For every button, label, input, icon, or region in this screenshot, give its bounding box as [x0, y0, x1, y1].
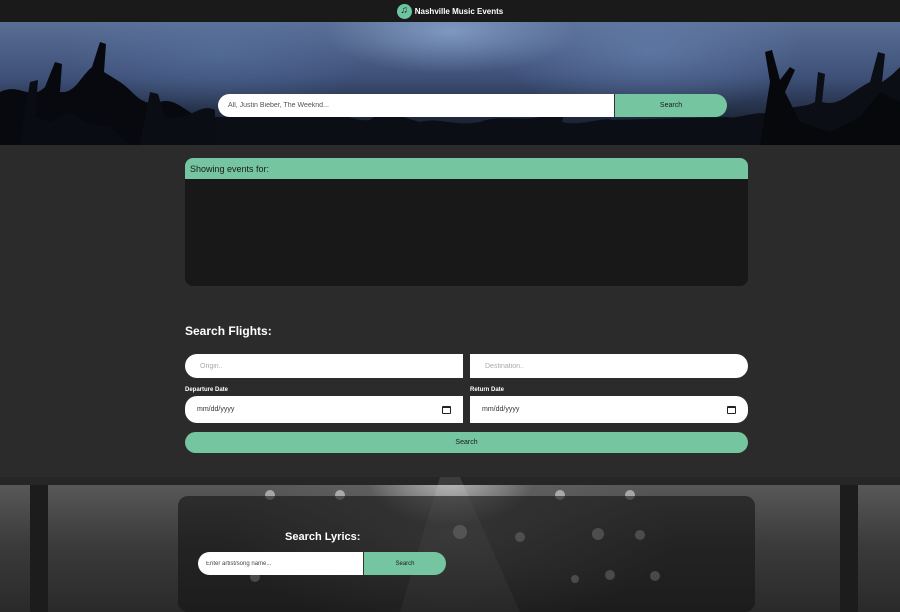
artist-search-button[interactable]: Search: [614, 94, 727, 117]
lyrics-search-bar: Search: [198, 552, 446, 575]
hero-banner: Search: [0, 22, 900, 145]
return-date-value: mm/dd/yyyy: [482, 406, 520, 413]
events-panel: Showing events for:: [185, 158, 748, 286]
crowd-silhouette-image: [0, 42, 900, 145]
lyrics-search-button[interactable]: Search: [363, 552, 446, 575]
top-navbar: ♫ Nashville Music Events: [0, 0, 900, 22]
departure-date-input[interactable]: mm/dd/yyyy: [185, 396, 463, 423]
artist-search-input[interactable]: [218, 94, 614, 117]
music-note-icon: ♫: [396, 3, 412, 19]
artist-search-bar: Search: [218, 94, 727, 117]
lyrics-title: Search Lyrics:: [285, 531, 361, 543]
departure-date-label: Departure Date: [185, 387, 229, 393]
lyrics-search-input[interactable]: [198, 552, 363, 575]
flight-search-button[interactable]: Search: [185, 432, 748, 453]
brand[interactable]: ♫ Nashville Music Events: [396, 3, 504, 19]
origin-input[interactable]: [185, 354, 463, 378]
return-date-label: Return Date: [470, 387, 505, 393]
events-heading: Showing events for:: [185, 158, 748, 179]
site-title: Nashville Music Events: [414, 6, 504, 16]
flights-title: Search Flights:: [185, 324, 272, 338]
calendar-icon[interactable]: [442, 405, 451, 414]
return-date-input[interactable]: mm/dd/yyyy: [470, 396, 748, 423]
departure-date-value: mm/dd/yyyy: [197, 406, 235, 413]
calendar-icon[interactable]: [727, 405, 736, 414]
destination-input[interactable]: [470, 354, 748, 378]
